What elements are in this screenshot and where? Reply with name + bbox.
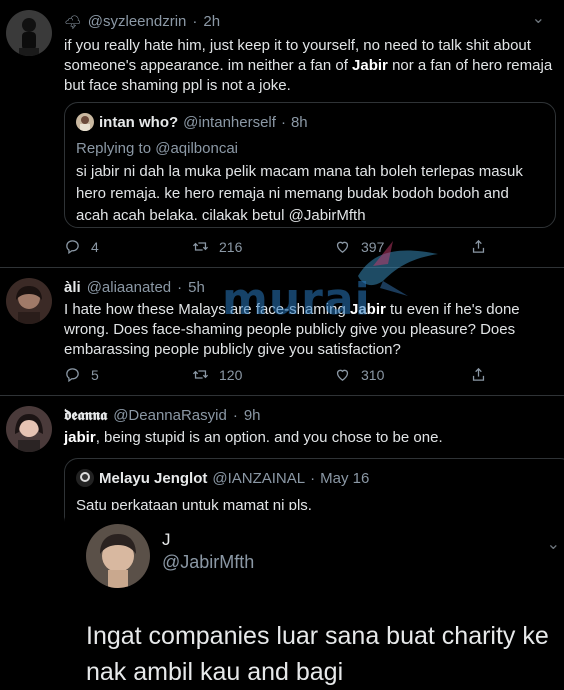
tweet-text: I hate how these Malays are face-shaming…: [64, 301, 520, 358]
like-button[interactable]: 397: [334, 238, 384, 255]
separator: ·: [192, 13, 198, 30]
like-count: 310: [361, 366, 385, 383]
quoted-handle: @intanherself: [183, 113, 276, 131]
replying-handle[interactable]: @aqilboncai: [155, 140, 238, 157]
share-button[interactable]: [470, 366, 487, 383]
reply-count: 5: [91, 366, 99, 383]
reply-icon: [66, 240, 79, 255]
quoted-header: Melayu Jenglot @IANZAINAL · May 16: [76, 469, 369, 487]
share-button[interactable]: [470, 238, 487, 255]
more-icon[interactable]: ⌄: [532, 8, 546, 28]
quoted-handle: @IANZAINAL: [212, 469, 306, 487]
quoted-tweet[interactable]: intan who? @intanherself · 8h Replying t…: [64, 102, 556, 228]
replying-label: Replying to: [76, 140, 152, 157]
separator: ·: [232, 407, 238, 424]
user-handle[interactable]: @DeannaRasyid: [113, 406, 227, 426]
quoted-avatar: [76, 113, 94, 131]
avatar[interactable]: [6, 406, 52, 452]
embedded-name: J: [162, 530, 171, 549]
tweet-text: if you really hate him, just keep it to …: [64, 37, 553, 94]
retweet-icon: [192, 370, 209, 379]
retweet-icon: [192, 242, 209, 251]
like-count: 397: [361, 238, 385, 255]
share-icon: [472, 239, 485, 253]
reply-count: 4: [91, 238, 99, 255]
embedded-text: Ingat companies luar sana buat charity k…: [86, 622, 549, 686]
tweet-header: 🌩 @syzleendzrin · 2h: [64, 12, 556, 32]
replying-to: Replying to @aqilboncai: [76, 140, 238, 157]
quoted-timestamp: 8h: [290, 113, 308, 131]
embedded-handle: @JabirMfth: [162, 552, 255, 572]
timestamp[interactable]: 9h: [244, 406, 261, 426]
retweet-button[interactable]: 120: [192, 366, 242, 383]
heart-icon: [336, 369, 349, 381]
retweet-button[interactable]: 216: [192, 238, 242, 255]
quoted-avatar: [76, 469, 94, 487]
avatar[interactable]: [6, 278, 52, 324]
chevron-down-icon: ⌄: [546, 536, 560, 553]
share-icon: [472, 367, 485, 381]
tweet-header: 𝖉𝖊𝖆𝖓𝖓𝖆 @DeannaRasyid · 9h: [64, 406, 556, 426]
quoted-name: intan who?: [99, 113, 179, 131]
timestamp[interactable]: 5h: [188, 278, 205, 298]
tweet-actions: 4 216 397: [64, 238, 487, 258]
quoted-name: Melayu Jenglot: [99, 469, 208, 487]
user-name[interactable]: àli: [64, 278, 81, 298]
tweet-1[interactable]: 🌩 @syzleendzrin · 2h if you really hate …: [0, 0, 564, 268]
user-handle[interactable]: @aliaanated: [87, 278, 171, 298]
reply-button[interactable]: 5: [64, 366, 99, 383]
timestamp[interactable]: 2h: [203, 12, 220, 32]
separator: ·: [310, 469, 316, 487]
user-name[interactable]: 𝖉𝖊𝖆𝖓𝖓𝖆: [64, 406, 107, 426]
separator: ·: [177, 279, 183, 296]
tweet-actions: 5 120 310: [64, 366, 487, 386]
retweet-count: 120: [219, 366, 243, 383]
reply-button[interactable]: 4: [64, 238, 99, 255]
quoted-header: intan who? @intanherself · 8h: [76, 113, 308, 131]
separator: ·: [280, 113, 286, 131]
tweet-header: àli @aliaanated · 5h: [64, 278, 556, 298]
avatar[interactable]: [6, 10, 52, 56]
heart-icon: [336, 241, 349, 253]
user-emoji: 🌩: [64, 14, 82, 30]
retweet-count: 216: [219, 238, 243, 255]
reply-icon: [66, 368, 79, 383]
embedded-screenshot[interactable]: J @JabirMfth ⌄ Ingat companies luar sana…: [64, 510, 564, 690]
quoted-text: si jabir ni dah la muka pelik macam mana…: [76, 163, 523, 224]
tweet-text: jabir, being stupid is an option. and yo…: [64, 429, 443, 446]
embedded-avatar: [86, 524, 150, 588]
like-button[interactable]: 310: [334, 366, 384, 383]
tweet-2[interactable]: àli @aliaanated · 5h I hate how these Ma…: [0, 268, 564, 396]
quoted-timestamp: May 16: [320, 469, 370, 487]
user-handle[interactable]: @syzleendzrin: [88, 12, 187, 32]
